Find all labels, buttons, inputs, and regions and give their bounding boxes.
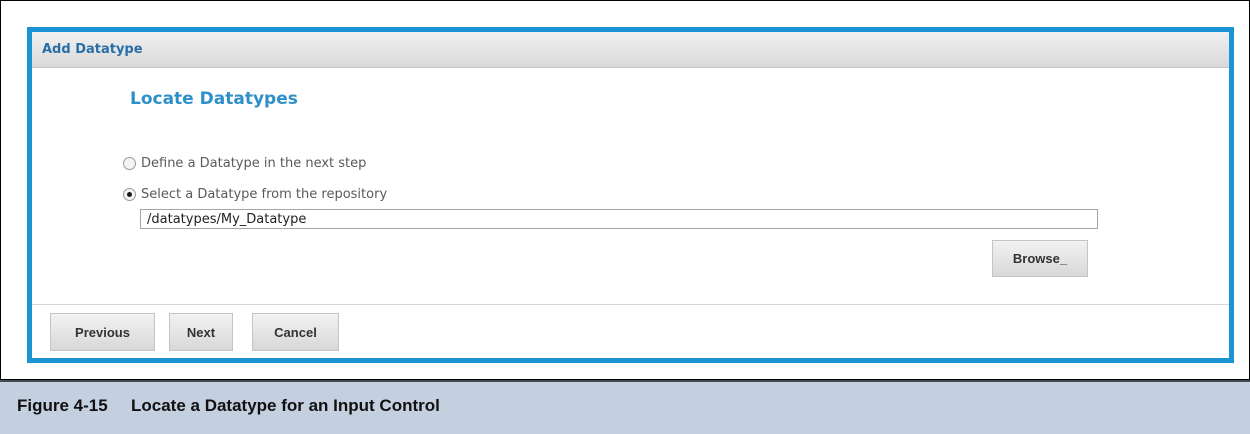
- dialog-title: Add Datatype: [42, 42, 143, 57]
- datatype-path-input[interactable]: [140, 209, 1098, 229]
- define-datatype-label: Define a Datatype in the next step: [141, 156, 367, 171]
- select-repository-radio[interactable]: [123, 188, 136, 201]
- figure-title: Locate a Datatype for an Input Control: [131, 396, 440, 415]
- figure-number: Figure 4-15: [17, 396, 108, 415]
- define-datatype-radio[interactable]: [123, 157, 136, 170]
- option-select-repository[interactable]: Select a Datatype from the repository: [123, 187, 387, 202]
- footer-divider: [32, 304, 1229, 305]
- previous-button[interactable]: Previous: [50, 313, 155, 351]
- next-button[interactable]: Next: [169, 313, 233, 351]
- browse-button[interactable]: Browse_: [992, 240, 1088, 277]
- add-datatype-dialog: Add Datatype Locate Datatypes Define a D…: [27, 27, 1234, 363]
- dialog-titlebar: Add Datatype: [32, 32, 1229, 68]
- screenshot-frame: Add Datatype Locate Datatypes Define a D…: [0, 0, 1250, 380]
- cancel-button[interactable]: Cancel: [252, 313, 339, 351]
- step-heading: Locate Datatypes: [130, 89, 298, 109]
- option-define-datatype[interactable]: Define a Datatype in the next step: [123, 156, 366, 171]
- select-repository-label: Select a Datatype from the repository: [141, 187, 388, 202]
- figure-caption: Figure 4-15 Locate a Datatype for an Inp…: [0, 380, 1250, 434]
